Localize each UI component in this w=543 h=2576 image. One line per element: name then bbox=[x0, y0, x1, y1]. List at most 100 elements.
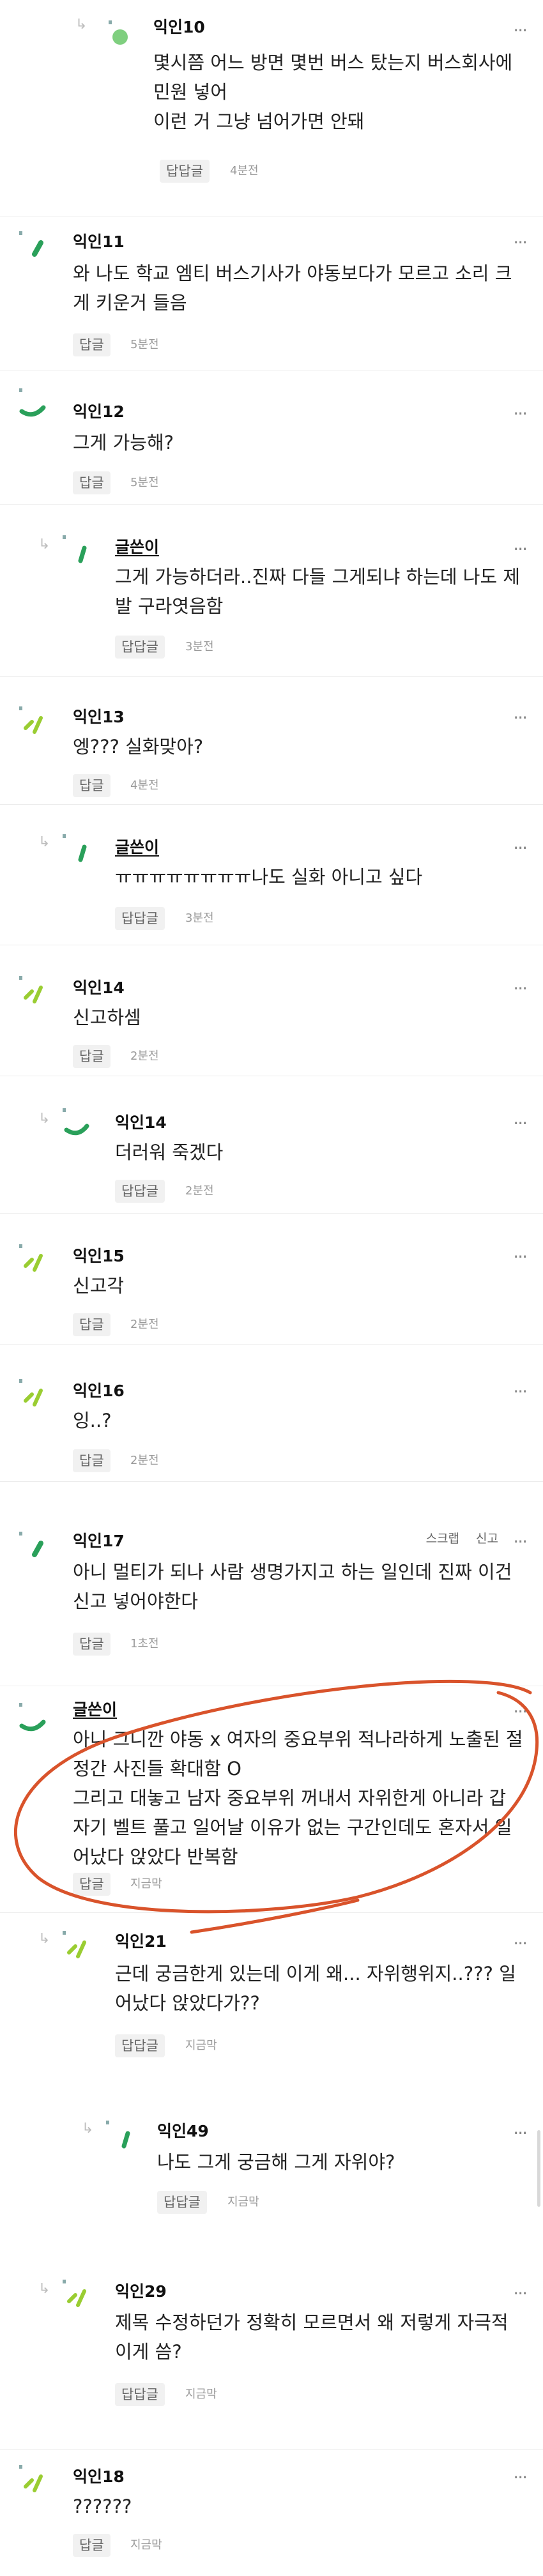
reply-button[interactable]: 답글 bbox=[73, 1873, 111, 1896]
reply-button[interactable]: 답글 bbox=[73, 1449, 111, 1472]
comment-text: 와 나도 학교 엠티 버스기사가 야동보다가 모르고 소리 크 게 키운거 들음 bbox=[73, 263, 512, 314]
avatar bbox=[19, 706, 43, 734]
comment-item: ↳ 글쓴이 그게 가능하더라..진짜 다들 그게되냐 하는데 나도 제 발 구라… bbox=[0, 505, 543, 677]
reply-button[interactable]: 답글 bbox=[73, 1633, 111, 1656]
comment-time: 5분전 bbox=[130, 338, 159, 351]
more-options-icon[interactable]: ··· bbox=[513, 234, 528, 252]
more-options-icon[interactable]: ··· bbox=[513, 709, 528, 727]
comment-item: ↳ 익인49 나도 그게 궁금해 그게 자위야? 답답글 지금막 ··· bbox=[0, 2121, 543, 2283]
avatar bbox=[19, 231, 43, 257]
avatar bbox=[63, 535, 87, 563]
report-button[interactable]: 신고 bbox=[476, 1532, 498, 1546]
reply-arrow-icon: ↳ bbox=[38, 1931, 50, 1947]
comment-author[interactable]: 익인12 bbox=[73, 402, 125, 422]
reply-button[interactable]: 답글 bbox=[73, 2534, 111, 2557]
more-options-icon[interactable]: ··· bbox=[513, 980, 528, 998]
more-options-icon[interactable]: ··· bbox=[513, 1115, 528, 1132]
more-options-icon[interactable]: ··· bbox=[513, 1533, 528, 1551]
comment-text: 아니 그니깐 야동 x 여자의 중요부위 적나라하게 노출된 절 정간 사진들 … bbox=[73, 1728, 523, 1868]
reply-arrow-icon: ↳ bbox=[38, 1111, 50, 1127]
reply-button[interactable]: 답답글 bbox=[115, 2383, 165, 2406]
more-options-icon[interactable]: ··· bbox=[513, 839, 528, 857]
more-options-icon[interactable]: ··· bbox=[513, 2469, 528, 2487]
more-options-icon[interactable]: ··· bbox=[513, 1248, 528, 1266]
reply-button[interactable]: 답답글 bbox=[115, 2034, 165, 2057]
comment-item: ↳ 익인21 근데 궁금한게 있는데 이게 왜... 자위행위지..??? 일 … bbox=[0, 1913, 543, 2133]
comment-item: 익인14 신고하셈 답글 2분전 ··· bbox=[0, 945, 543, 1076]
more-options-icon[interactable]: ··· bbox=[513, 540, 528, 558]
comment-author[interactable]: 글쓴이 bbox=[115, 538, 159, 557]
comment-text: 신고하셈 bbox=[73, 1007, 141, 1028]
avatar bbox=[63, 2280, 86, 2307]
comment-text: 몇시쯤 어느 방면 몇번 버스 탔는지 버스회사에 민원 넣어 이런 거 그냥 … bbox=[153, 52, 513, 132]
comment-author[interactable]: 익인29 bbox=[115, 2282, 167, 2301]
comment-text: ?????? bbox=[73, 2496, 132, 2517]
comment-text: 그게 가능하더라..진짜 다들 그게되냐 하는데 나도 제 발 구라엿음함 bbox=[115, 566, 521, 617]
more-options-icon[interactable]: ··· bbox=[513, 1703, 528, 1721]
comment-author[interactable]: 익인21 bbox=[115, 1932, 167, 1951]
more-options-icon[interactable]: ··· bbox=[513, 405, 528, 423]
comment-time: 지금막 bbox=[130, 2538, 162, 2552]
reply-button[interactable]: 답답글 bbox=[160, 160, 210, 183]
comment-time: 3분전 bbox=[185, 640, 214, 653]
comment-text: 잉..? bbox=[73, 1410, 112, 1431]
reply-button[interactable]: 답글 bbox=[73, 774, 111, 797]
reply-button[interactable]: 답글 bbox=[73, 1045, 111, 1068]
more-options-icon[interactable]: ··· bbox=[513, 22, 528, 40]
comment-text: 그게 가능해? bbox=[73, 432, 174, 453]
reply-arrow-icon: ↳ bbox=[38, 834, 50, 850]
reply-button[interactable]: 답답글 bbox=[157, 2191, 207, 2214]
comment-item: 익인17 스크랩 신고 아니 멀티가 되나 사람 생명가지고 하는 일인데 진짜 … bbox=[0, 1482, 543, 1686]
avatar bbox=[19, 1532, 43, 1557]
avatar bbox=[19, 976, 43, 1003]
reply-button[interactable]: 답글 bbox=[73, 1313, 111, 1336]
comment-author[interactable]: 익인49 bbox=[157, 2122, 209, 2141]
more-options-icon[interactable]: ··· bbox=[513, 2124, 528, 2142]
comment-text: 아니 멀티가 되나 사람 생명가지고 하는 일인데 진짜 이건 신고 넣어야한다 bbox=[73, 1561, 512, 1612]
reply-arrow-icon: ↳ bbox=[38, 537, 50, 553]
avatar bbox=[19, 388, 46, 417]
avatar bbox=[109, 20, 128, 45]
more-options-icon[interactable]: ··· bbox=[513, 1935, 528, 1953]
comment-author[interactable]: 익인18 bbox=[73, 2467, 125, 2487]
comment-author[interactable]: 익인14 bbox=[73, 979, 125, 998]
comment-time: 2분전 bbox=[185, 1184, 214, 1198]
avatar bbox=[63, 1108, 89, 1136]
comment-author[interactable]: 익인14 bbox=[115, 1113, 167, 1132]
comment-item: ↳ 익인10 몇시쯤 어느 방면 몇번 버스 탔는지 버스회사에 민원 넣어 이… bbox=[0, 0, 543, 217]
scrollbar[interactable] bbox=[537, 2130, 540, 2207]
scrap-button[interactable]: 스크랩 bbox=[426, 1532, 459, 1546]
comment-text: 더러워 죽겠다 bbox=[115, 1141, 224, 1163]
comment-time: 지금막 bbox=[185, 2039, 217, 2052]
comment-author[interactable]: 익인11 bbox=[73, 232, 125, 252]
comment-author[interactable]: 익인13 bbox=[73, 708, 125, 727]
reply-button[interactable]: 답답글 bbox=[115, 636, 165, 659]
reply-button[interactable]: 답글 bbox=[73, 333, 111, 356]
reply-arrow-icon: ↳ bbox=[82, 2121, 94, 2137]
reply-arrow-icon: ↳ bbox=[38, 2281, 50, 2297]
more-options-icon[interactable]: ··· bbox=[513, 1383, 528, 1401]
comment-actions: 스크랩 신고 bbox=[409, 1529, 498, 1546]
avatar bbox=[19, 1379, 43, 1406]
avatar bbox=[19, 1703, 46, 1732]
comment-author[interactable]: 익인15 bbox=[73, 1247, 125, 1266]
reply-arrow-icon: ↳ bbox=[75, 17, 88, 33]
reply-button[interactable]: 답글 bbox=[73, 471, 111, 494]
comment-time: 2분전 bbox=[130, 1454, 159, 1467]
comment-time: 지금막 bbox=[185, 2388, 217, 2401]
comment-time: 2분전 bbox=[130, 1318, 159, 1331]
reply-button[interactable]: 답답글 bbox=[115, 907, 165, 930]
comment-item: 익인16 잉..? 답글 2분전 ··· bbox=[0, 1345, 543, 1482]
comment-text: 나도 그게 궁금해 그게 자위야? bbox=[157, 2151, 395, 2173]
comment-item: ↳ 익인29 제목 수정하던가 정확히 모르면서 왜 저렇게 자극적 이게 씀?… bbox=[0, 2271, 543, 2450]
more-options-icon[interactable]: ··· bbox=[513, 2285, 528, 2303]
comment-author[interactable]: 글쓴이 bbox=[115, 838, 159, 857]
reply-button[interactable]: 답답글 bbox=[115, 1180, 165, 1203]
comment-author[interactable]: 글쓴이 bbox=[73, 1700, 117, 1719]
comment-time: 지금막 bbox=[227, 2195, 259, 2209]
comment-author[interactable]: 익인16 bbox=[73, 1382, 125, 1401]
comment-author[interactable]: 익인10 bbox=[153, 18, 205, 37]
comment-author[interactable]: 익인17 bbox=[73, 1532, 125, 1551]
avatar bbox=[63, 834, 87, 862]
comment-time: 지금막 bbox=[130, 1877, 162, 1891]
